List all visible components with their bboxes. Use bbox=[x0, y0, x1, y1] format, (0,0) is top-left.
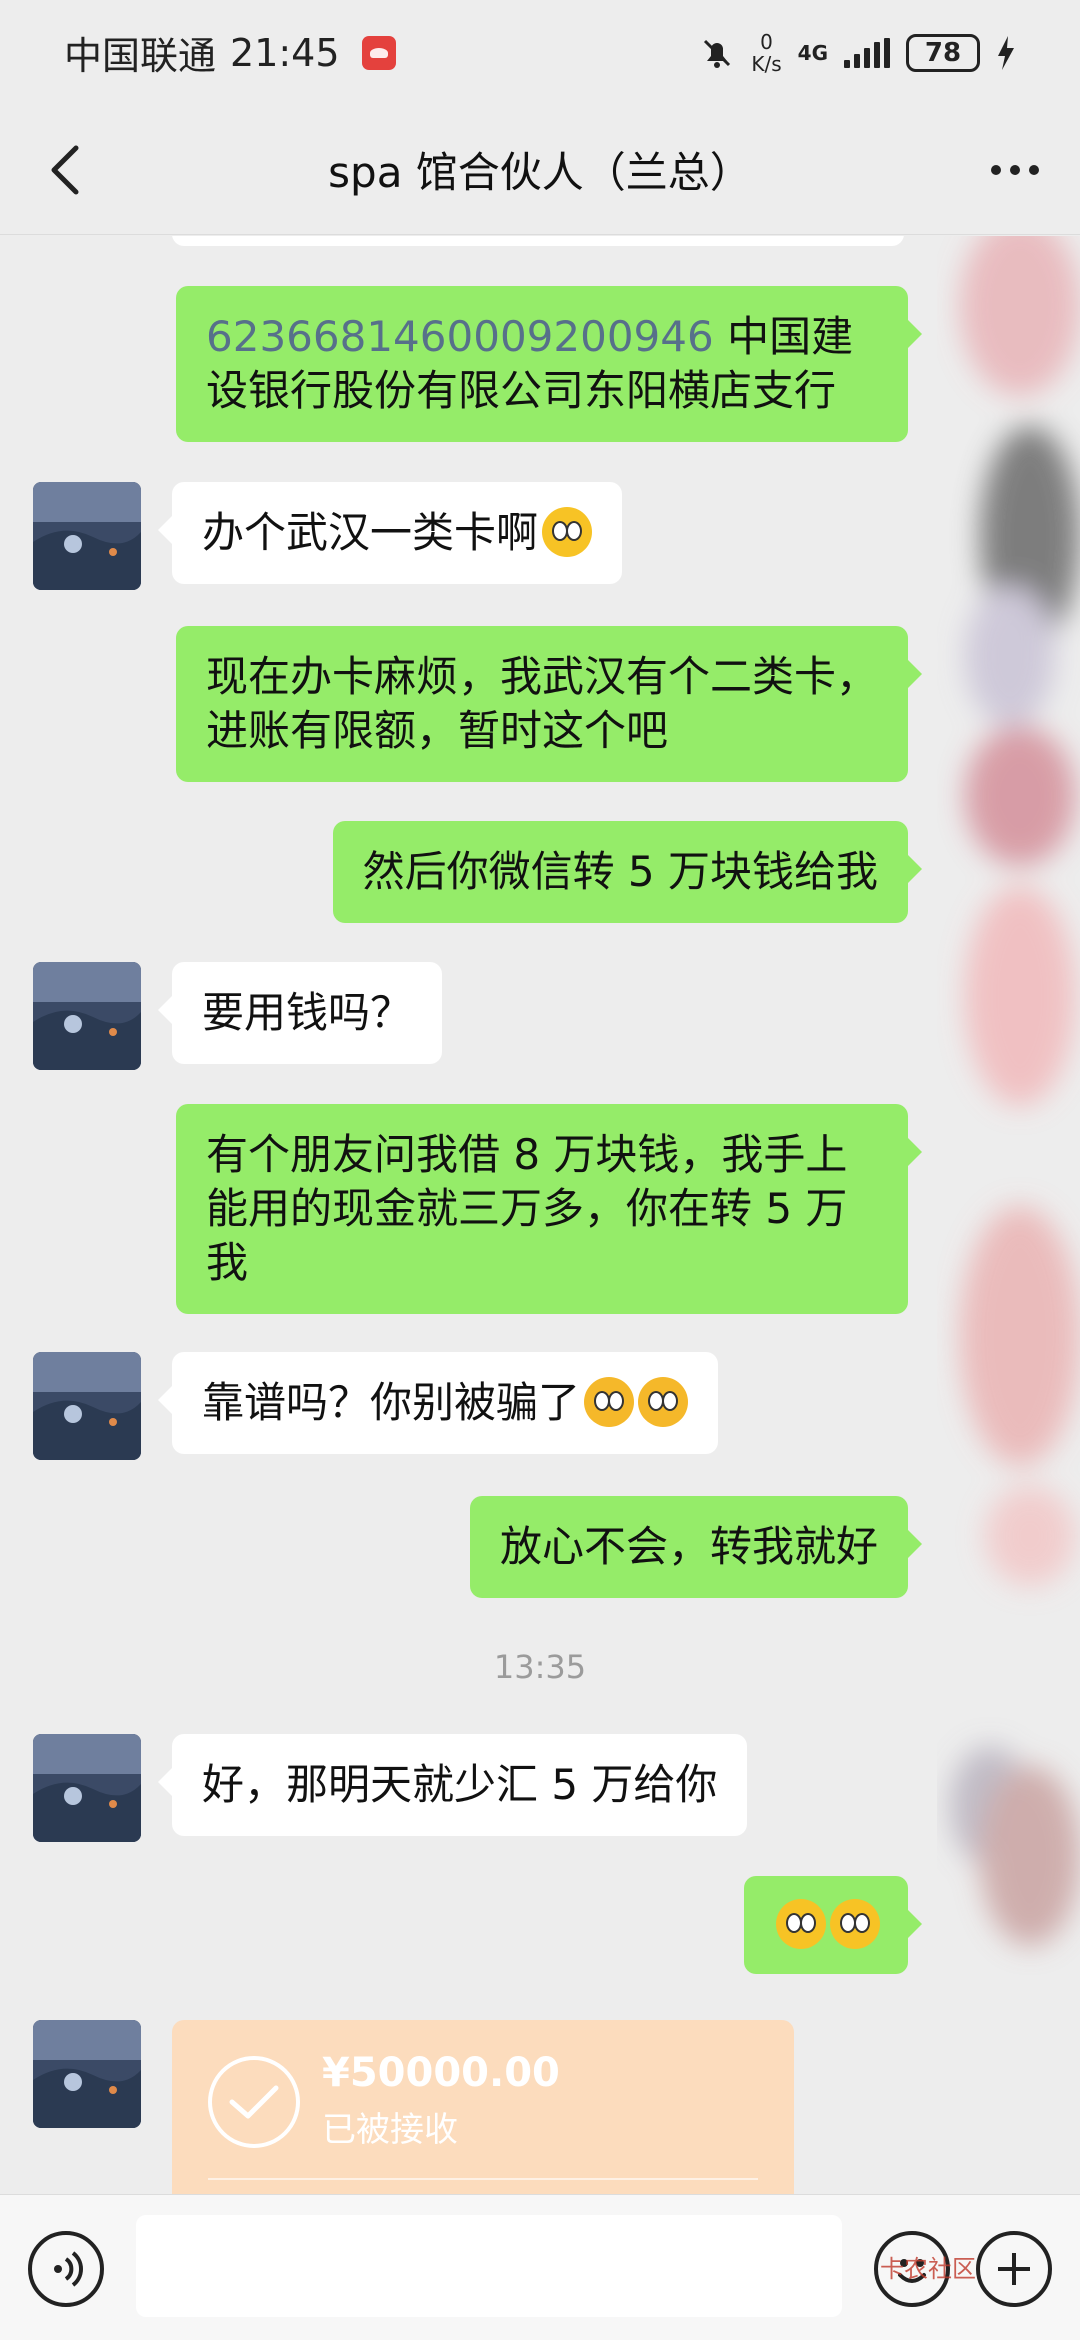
signal-icon bbox=[844, 37, 890, 68]
status-right: 0 K/s 4G 78 bbox=[699, 31, 1016, 75]
time-divider: 13:35 bbox=[493, 1648, 587, 1686]
previous-message-bubble bbox=[172, 236, 904, 246]
avatar[interactable] bbox=[33, 2020, 141, 2128]
message-text: 办个武汉一类卡啊 bbox=[202, 508, 539, 557]
message-text: 然后你微信转 5 万块钱给我 bbox=[362, 847, 878, 896]
message-bubble-received[interactable]: 好，那明天就少汇 5 万给你 bbox=[157, 1734, 748, 1836]
message-text: 现在办卡麻烦，我武汉有个二类卡，进账有限额，暂时这个吧 bbox=[206, 652, 879, 755]
plus-icon bbox=[998, 2253, 1030, 2285]
chat-message-list[interactable]: 6236681460009200946 中国建设银行股份有限公司东阳横店支行 办… bbox=[0, 236, 1080, 2194]
message-bubble-sent[interactable]: 然后你微信转 5 万块钱给我 bbox=[332, 821, 923, 923]
voice-icon bbox=[54, 2251, 83, 2287]
crying-laughing-emoji-icon bbox=[638, 1377, 689, 1427]
message-text: 有个朋友问我借 8 万块钱，我手上能用的现金就三万多，你在转 5 万我 bbox=[206, 1130, 848, 1287]
flushed-emoji-icon bbox=[542, 507, 593, 557]
divider bbox=[208, 2178, 758, 2180]
net-speed: 0 K/s bbox=[751, 31, 781, 75]
transfer-amount: ¥50000.00 bbox=[322, 2050, 560, 2096]
charging-bolt-icon bbox=[998, 35, 1014, 70]
page-title: spa 馆合伙人（兰总） bbox=[328, 148, 752, 197]
more-options-button[interactable] bbox=[980, 135, 1050, 205]
battery-indicator: 78 bbox=[906, 33, 980, 72]
message-bubble-sent[interactable]: 放心不会，转我就好 bbox=[469, 1496, 923, 1598]
chevron-left-icon bbox=[51, 145, 79, 195]
more-dots-icon bbox=[991, 165, 1039, 175]
huawei-notification-icon bbox=[361, 35, 396, 70]
checkmark-icon bbox=[208, 2056, 300, 2148]
battery-level: 78 bbox=[924, 37, 962, 68]
smirk-emoji-icon bbox=[776, 1899, 826, 1949]
avatar[interactable] bbox=[33, 1734, 141, 1842]
message-bubble-sent[interactable]: 现在办卡麻烦，我武汉有个二类卡，进账有限额，暂时这个吧 bbox=[176, 626, 922, 782]
avatar[interactable] bbox=[33, 962, 141, 1070]
avatar[interactable] bbox=[33, 1352, 141, 1460]
mute-bell-icon bbox=[704, 39, 731, 68]
message-bubble-sent-emoji[interactable] bbox=[744, 1876, 922, 1974]
message-bubble-received[interactable]: 要用钱吗？ bbox=[157, 962, 443, 1064]
transfer-status: 已被接收 bbox=[322, 2110, 458, 2150]
net-speed-value: 0 bbox=[760, 29, 773, 54]
input-bar: 卡农社区 bbox=[0, 2194, 1080, 2340]
net-speed-unit: K/s bbox=[751, 51, 782, 76]
status-left: 中国联通 21:45 bbox=[64, 25, 396, 80]
message-bubble-sent[interactable]: 6236681460009200946 中国建设银行股份有限公司东阳横店支行 bbox=[176, 286, 922, 442]
avatar[interactable] bbox=[33, 482, 141, 590]
message-input[interactable] bbox=[136, 2215, 842, 2317]
watermark: 卡农社区 bbox=[880, 2255, 976, 2283]
message-text: 好，那明天就少汇 5 万给你 bbox=[202, 1760, 718, 1809]
transfer-card[interactable]: ¥50000.00 已被接收 bbox=[172, 2020, 794, 2194]
more-functions-button[interactable] bbox=[976, 2231, 1052, 2307]
chat-header: spa 馆合伙人（兰总） bbox=[0, 105, 1080, 235]
carrier-label: 中国联通 bbox=[64, 34, 217, 78]
bank-account-number[interactable]: 6236681460009200946 bbox=[206, 312, 714, 361]
clock: 21:45 bbox=[230, 30, 340, 75]
back-button[interactable] bbox=[30, 135, 100, 205]
smirk-emoji-icon bbox=[830, 1899, 880, 1949]
crying-laughing-emoji-icon bbox=[584, 1377, 635, 1427]
message-text: 放心不会，转我就好 bbox=[499, 1522, 878, 1571]
voice-button[interactable] bbox=[28, 2231, 104, 2307]
message-text: 靠谱吗？你别被骗了 bbox=[202, 1378, 581, 1427]
message-bubble-received[interactable]: 办个武汉一类卡啊 bbox=[157, 482, 623, 584]
message-text: 要用钱吗？ bbox=[202, 988, 413, 1037]
network-type: 4G bbox=[797, 40, 828, 65]
status-bar: 中国联通 21:45 0 K/s 4G 78 bbox=[0, 0, 1080, 105]
message-bubble-sent[interactable]: 有个朋友问我借 8 万块钱，我手上能用的现金就三万多，你在转 5 万我 bbox=[176, 1104, 922, 1314]
message-bubble-received[interactable]: 靠谱吗？你别被骗了 bbox=[157, 1352, 719, 1454]
